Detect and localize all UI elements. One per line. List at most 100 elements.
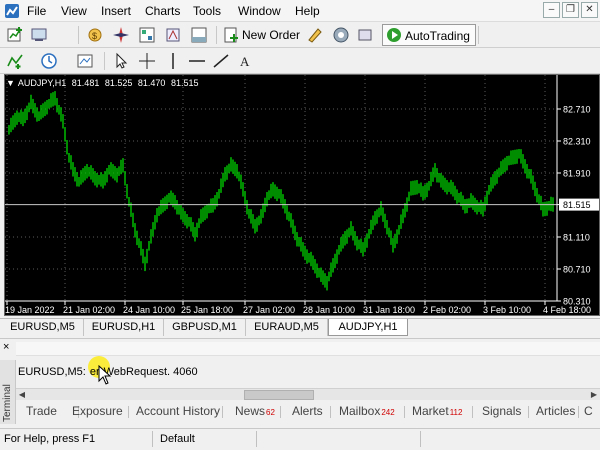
tab-news[interactable]: News62: [235, 404, 275, 418]
tab-audjpy-h1[interactable]: AUDJPY,H1: [328, 319, 408, 336]
menu-window[interactable]: Window: [238, 4, 281, 18]
tab-account-history-label: Account History: [136, 404, 221, 418]
crosshair-icon[interactable]: [138, 52, 156, 70]
x-tick-label: 2 Feb 02:00: [423, 305, 471, 315]
chart-symbol: AUDJPY,H1: [17, 78, 67, 88]
indicators-icon[interactable]: [6, 52, 24, 70]
status-bar: For Help, press F1 Default: [0, 428, 600, 450]
scroll-thumb[interactable]: [244, 390, 314, 400]
restore-icon[interactable]: ❐: [562, 2, 579, 18]
ohlc-high: 81.525: [104, 78, 133, 88]
terminal-side-label: Terminal: [2, 384, 13, 422]
toolbar: $ New Order M1 M5: [0, 22, 600, 64]
price-chart[interactable]: 82.710 82.310 81.910 81.515 81.110 80.710 80.3…: [4, 74, 600, 316]
x-tick-label: 28 Jan 10:00: [303, 305, 355, 315]
market-watch-icon[interactable]: $: [86, 26, 104, 44]
cursor-icon[interactable]: [112, 52, 130, 70]
app-icon: [5, 4, 19, 18]
mailbox-badge: 242: [381, 408, 395, 417]
trendline-icon[interactable]: [212, 52, 230, 70]
autotrading-icon: [387, 28, 401, 42]
text-tool-icon[interactable]: A: [236, 52, 254, 70]
tab-account-history[interactable]: Account History: [136, 404, 220, 418]
svg-text:$: $: [92, 31, 97, 41]
minimize-icon[interactable]: –: [543, 2, 560, 18]
tab-market[interactable]: Market112: [412, 404, 462, 418]
tab-signals[interactable]: Signals: [482, 404, 521, 418]
horizontal-line-icon[interactable]: [188, 52, 206, 70]
metaeditor-icon[interactable]: [306, 26, 324, 44]
tab-mailbox-label: Mailbox: [339, 404, 381, 418]
tab-exposure[interactable]: Exposure: [72, 404, 123, 418]
tab-euraud-m5[interactable]: EURAUD,M5: [246, 319, 328, 336]
chart-arrow-icon: ▼: [6, 78, 15, 88]
terminal-scrollbar[interactable]: ◀ ▶: [16, 388, 600, 400]
menu-insert[interactable]: Insert: [101, 4, 131, 18]
community-icon[interactable]: [332, 26, 350, 44]
new-order-label[interactable]: New Order: [242, 28, 300, 42]
periods-icon[interactable]: [40, 52, 58, 70]
x-tick-label: 4 Feb 18:00: [543, 305, 591, 315]
templates-icon[interactable]: [76, 52, 94, 70]
menu-help[interactable]: Help: [295, 4, 320, 18]
y-tick-label: 81.910: [563, 169, 591, 179]
tester-icon[interactable]: [164, 26, 182, 44]
chart-toolbar: A: [0, 48, 600, 74]
tab-articles-label: Articles: [536, 404, 576, 418]
mouse-pointer-icon: [98, 365, 112, 385]
tab-exposure-label: Exposure: [72, 404, 123, 418]
x-tick-label: 27 Jan 02:00: [243, 305, 295, 315]
data-window-icon[interactable]: [138, 26, 156, 44]
tab-news-label: News: [235, 404, 266, 418]
close-icon[interactable]: ✕: [581, 2, 598, 18]
ohlc-low: 81.470: [137, 78, 166, 88]
log-source: EURUSD,M5:: [18, 366, 86, 378]
y-tick-label: 82.310: [563, 137, 591, 147]
autotrading-button[interactable]: AutoTrading: [382, 24, 476, 46]
tab-market-label: Market: [412, 404, 449, 418]
chart-shift-icon[interactable]: [356, 26, 374, 44]
market-badge: 112: [449, 408, 463, 417]
tab-mailbox[interactable]: Mailbox242: [339, 404, 395, 418]
tab-code-base-label: C: [584, 404, 593, 418]
current-price-label: 81.515: [563, 200, 591, 210]
menu-bar: File View Insert Charts Tools Window Hel…: [0, 0, 600, 22]
status-help: For Help, press F1: [4, 433, 96, 445]
new-order-icon[interactable]: [222, 26, 240, 44]
menu-view[interactable]: View: [61, 4, 87, 18]
tab-code-base[interactable]: C: [584, 404, 593, 418]
ohlc-close: 81.515: [170, 78, 199, 88]
chart-tabs: EURUSD,M5 EURUSD,H1 GBPUSD,M1 EURAUD,M5 …: [0, 318, 600, 336]
terminal-tabs: Trade Exposure Account History News62 Al…: [16, 402, 600, 420]
menu-charts[interactable]: Charts: [145, 4, 180, 18]
chart-canvas[interactable]: 82.71082.31081.91081.51581.11080.71080.3…: [5, 75, 599, 315]
x-tick-label: 21 Jan 02:00: [63, 305, 115, 315]
news-badge: 62: [266, 408, 275, 417]
y-tick-label: 80.710: [563, 265, 591, 275]
scroll-right-icon[interactable]: ▶: [588, 389, 600, 401]
tab-trade[interactable]: Trade: [26, 404, 57, 418]
menu-file[interactable]: File: [27, 4, 46, 18]
ohlc-open: 81.481: [71, 78, 100, 88]
tab-eurusd-m5[interactable]: EURUSD,M5: [2, 319, 84, 336]
scroll-left-icon[interactable]: ◀: [16, 389, 28, 401]
tab-alerts[interactable]: Alerts: [292, 404, 323, 418]
tab-eurusd-h1[interactable]: EURUSD,H1: [84, 319, 164, 336]
tab-articles[interactable]: Articles: [536, 404, 575, 418]
autotrading-label: AutoTrading: [405, 29, 470, 43]
y-tick-label: 81.110: [563, 233, 590, 243]
svg-text:A: A: [240, 54, 250, 69]
navigator-icon[interactable]: [112, 26, 130, 44]
terminal-close-icon[interactable]: ×: [3, 341, 9, 353]
profiles-icon[interactable]: [30, 26, 48, 44]
terminal-side-bar: Terminal: [0, 360, 16, 424]
vertical-line-icon[interactable]: [164, 52, 182, 70]
new-chart-icon[interactable]: [6, 26, 24, 44]
x-tick-label: 24 Jan 10:00: [123, 305, 175, 315]
y-tick-label: 82.710: [563, 105, 591, 115]
tab-gbpusd-m1[interactable]: GBPUSD,M1: [164, 319, 246, 336]
x-tick-label: 19 Jan 2022: [5, 305, 55, 315]
log-message: WebRequest. 4060: [103, 366, 198, 378]
terminal-toggle-icon[interactable]: [190, 26, 208, 44]
menu-tools[interactable]: Tools: [193, 4, 221, 18]
